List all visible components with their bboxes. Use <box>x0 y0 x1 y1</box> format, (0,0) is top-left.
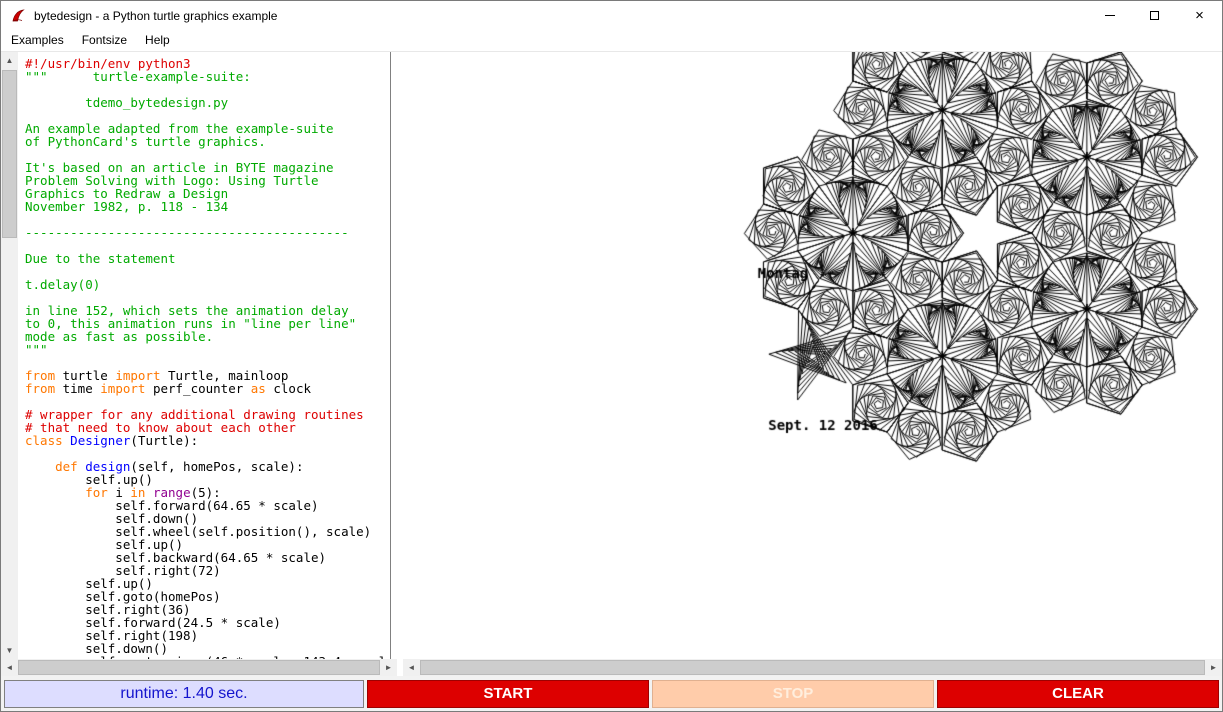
turtle-canvas[interactable] <box>403 52 1222 659</box>
code-line: of PythonCard's turtle graphics. <box>25 135 390 148</box>
window-controls: × <box>1087 1 1222 30</box>
runtime-label: runtime: 1.40 sec. <box>4 680 364 708</box>
minimize-icon <box>1105 15 1115 16</box>
minimize-button[interactable] <box>1087 1 1132 30</box>
stop-button[interactable]: STOP <box>652 680 934 708</box>
status-bar: runtime: 1.40 sec. START STOP CLEAR <box>1 676 1222 711</box>
scroll-up-icon[interactable]: ▲ <box>1 52 18 69</box>
canvas-scroll-left-icon[interactable]: ◄ <box>403 659 420 676</box>
menu-help[interactable]: Help <box>136 31 179 50</box>
title-bar: bytedesign - a Python turtle graphics ex… <box>1 1 1222 30</box>
canvas-horizontal-scrollbar[interactable]: ◄ ► <box>403 659 1222 676</box>
code-line: t.delay(0) <box>25 278 390 291</box>
app-icon <box>10 8 26 24</box>
canvas-scroll-right-icon[interactable]: ► <box>1205 659 1222 676</box>
app-window: bytedesign - a Python turtle graphics ex… <box>0 0 1223 712</box>
clear-button[interactable]: CLEAR <box>937 680 1219 708</box>
code-scroll-right-icon[interactable]: ► <box>380 659 397 676</box>
code-line: mode as fast as possible. <box>25 330 390 343</box>
horizontal-scrollbars: ◄ ► ◄ ► <box>1 659 1222 676</box>
code-text: #!/usr/bin/env python3""" turtle-example… <box>25 57 390 659</box>
code-hscroll-thumb[interactable] <box>18 660 380 675</box>
code-line: ----------------------------------------… <box>25 226 390 239</box>
code-line: """ <box>25 343 390 356</box>
maximize-button[interactable] <box>1132 1 1177 30</box>
code-line: November 1982, p. 118 - 134 <box>25 200 390 213</box>
scroll-down-icon[interactable]: ▼ <box>1 642 18 659</box>
code-vertical-scrollbar[interactable]: ▲ ▼ <box>1 52 18 659</box>
code-line: from time import perf_counter as clock <box>25 382 390 395</box>
canvas-hscroll-thumb[interactable] <box>420 660 1205 675</box>
menu-fontsize[interactable]: Fontsize <box>73 31 136 50</box>
code-viewer[interactable]: #!/usr/bin/env python3""" turtle-example… <box>18 52 391 659</box>
code-vscroll-thumb[interactable] <box>2 70 17 238</box>
code-line: Due to the statement <box>25 252 390 265</box>
turtle-canvas-area <box>403 52 1222 659</box>
code-line: tdemo_bytedesign.py <box>25 96 390 109</box>
code-line: class Designer(Turtle): <box>25 434 390 447</box>
close-icon: × <box>1195 8 1204 23</box>
window-title: bytedesign - a Python turtle graphics ex… <box>34 9 277 23</box>
maximize-icon <box>1150 11 1159 20</box>
main-area: ▲ ▼ #!/usr/bin/env python3""" turtle-exa… <box>1 52 1222 659</box>
code-line: """ turtle-example-suite: <box>25 70 390 83</box>
menu-bar: Examples Fontsize Help <box>1 30 1222 52</box>
pane-divider[interactable] <box>391 52 403 659</box>
close-button[interactable]: × <box>1177 1 1222 30</box>
code-scroll-left-icon[interactable]: ◄ <box>1 659 18 676</box>
menu-examples[interactable]: Examples <box>2 31 73 50</box>
start-button[interactable]: START <box>367 680 649 708</box>
code-horizontal-scrollbar[interactable]: ◄ ► <box>1 659 397 676</box>
